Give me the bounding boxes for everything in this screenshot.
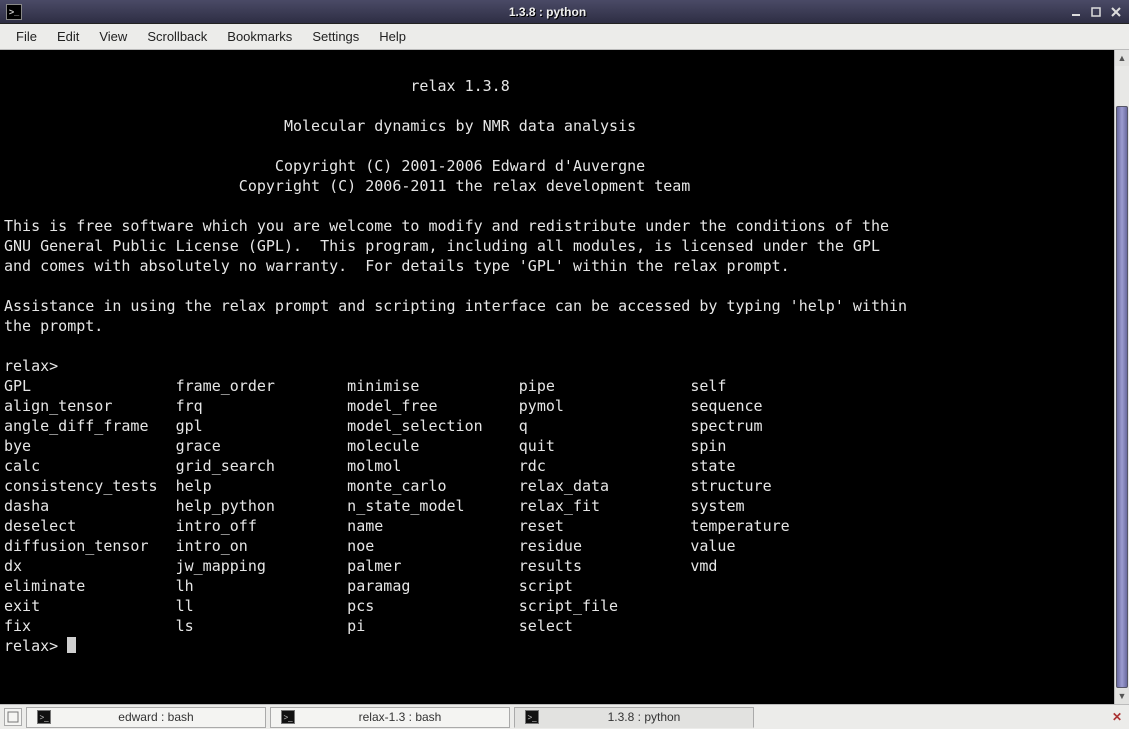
terminal-tab-icon: >_ [281, 710, 295, 724]
window-titlebar: >_ 1.3.8 : python [0, 0, 1129, 24]
maximize-button[interactable] [1087, 4, 1105, 20]
terminal-tab-icon: >_ [37, 710, 51, 724]
vertical-scrollbar[interactable]: ▲ ▼ [1114, 50, 1129, 704]
menu-view[interactable]: View [89, 26, 137, 47]
menu-edit[interactable]: Edit [47, 26, 89, 47]
terminal-tab-icon: >_ [525, 710, 539, 724]
tab-label: 1.3.8 : python [545, 710, 743, 724]
tab-label: relax-1.3 : bash [301, 710, 499, 724]
terminal-container: relax 1.3.8 Molecular dynamics by NMR da… [0, 50, 1129, 704]
window-controls [1067, 4, 1125, 20]
close-tab-button[interactable]: ✕ [1109, 709, 1125, 725]
terminal-output[interactable]: relax 1.3.8 Molecular dynamics by NMR da… [0, 50, 1114, 704]
close-button[interactable] [1107, 4, 1125, 20]
menu-file[interactable]: File [6, 26, 47, 47]
minimize-button[interactable] [1067, 4, 1085, 20]
scrollbar-thumb[interactable] [1116, 106, 1128, 688]
terminal-cursor [67, 637, 76, 653]
tab-3[interactable]: >_ 1.3.8 : python [514, 707, 754, 728]
window-title: 1.3.8 : python [28, 5, 1067, 19]
terminal-app-icon: >_ [6, 4, 22, 20]
new-tab-button[interactable] [4, 708, 22, 726]
scroll-down-arrow-icon[interactable]: ▼ [1115, 688, 1129, 704]
menu-scrollback[interactable]: Scrollback [137, 26, 217, 47]
menu-bookmarks[interactable]: Bookmarks [217, 26, 302, 47]
menubar: File Edit View Scrollback Bookmarks Sett… [0, 24, 1129, 50]
tab-1[interactable]: >_ edward : bash [26, 707, 266, 728]
tab-label: edward : bash [57, 710, 255, 724]
scrollbar-track[interactable] [1115, 66, 1129, 688]
tab-bar: >_ edward : bash >_ relax-1.3 : bash >_ … [0, 704, 1129, 729]
menu-help[interactable]: Help [369, 26, 416, 47]
scroll-up-arrow-icon[interactable]: ▲ [1115, 50, 1129, 66]
tab-2[interactable]: >_ relax-1.3 : bash [270, 707, 510, 728]
menu-settings[interactable]: Settings [302, 26, 369, 47]
